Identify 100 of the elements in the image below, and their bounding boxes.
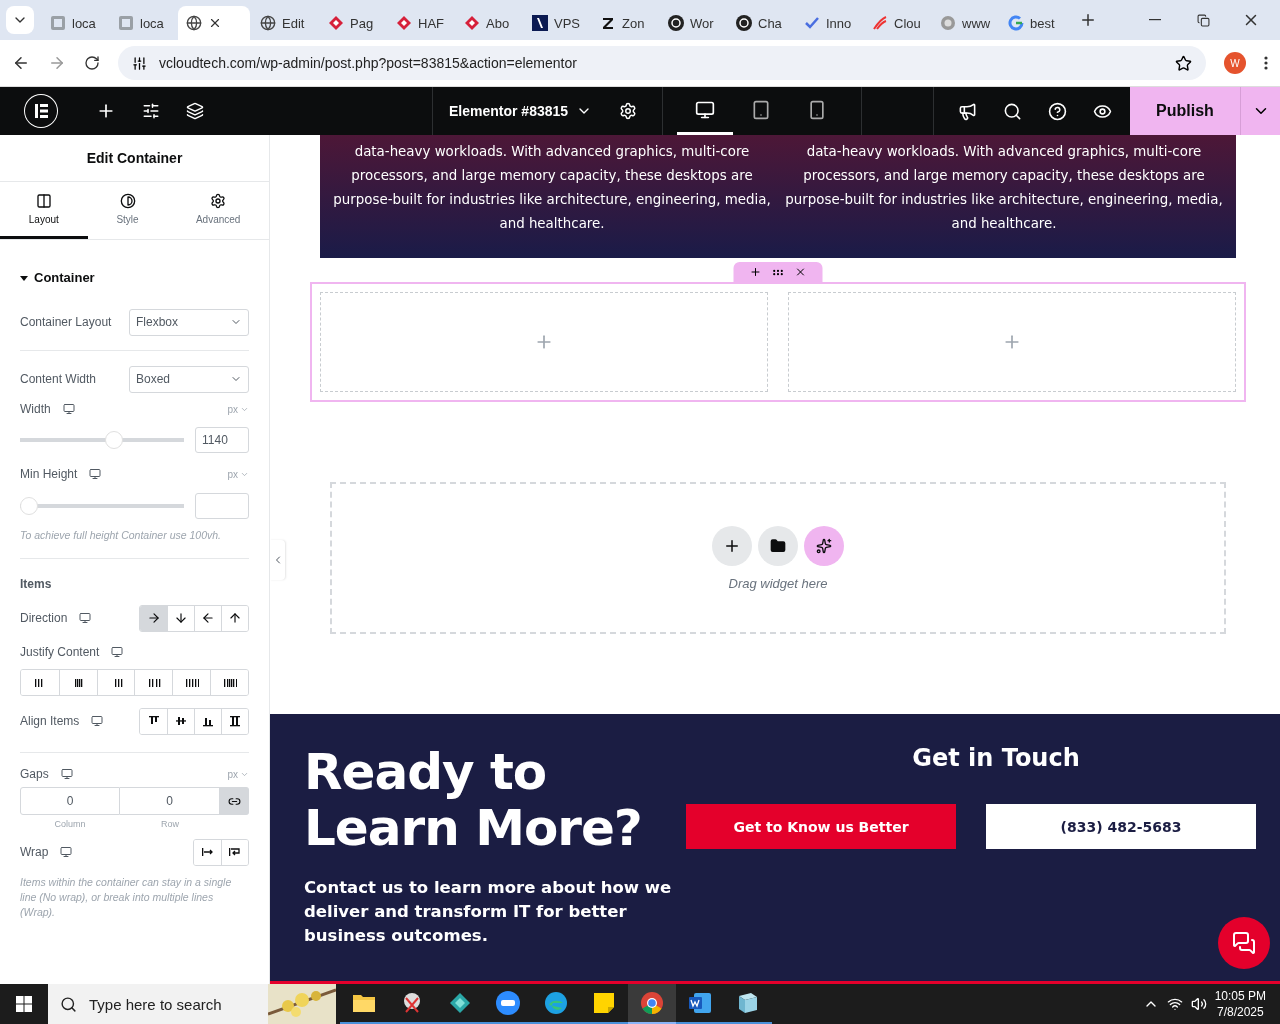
monitor-icon — [79, 612, 92, 624]
menu-icon — [1264, 56, 1268, 70]
favicon-icon — [736, 15, 752, 31]
profile-avatar[interactable]: W — [1224, 52, 1246, 74]
browser-tab[interactable]: Wor — [660, 6, 726, 40]
ai-button[interactable] — [804, 525, 844, 566]
network-icon[interactable] — [1166, 996, 1183, 1012]
field-label: Gaps — [20, 767, 49, 781]
favicon-icon — [532, 15, 548, 31]
align-icon — [228, 714, 242, 728]
field-label: Wrap — [20, 845, 49, 859]
banner-text: data-heavy workloads. With advanced graphics, multi-core processors, and large memory capacity, these desktops are purpose-built for industries like architecture, engineering, media, and healthcare. — [784, 143, 1224, 233]
browser-tab[interactable]: loca — [42, 6, 108, 40]
monitor-icon — [60, 846, 73, 858]
close-icon[interactable] — [208, 16, 222, 30]
tab-search-button[interactable] — [6, 6, 34, 34]
favicon-icon — [50, 15, 66, 31]
favicon-icon — [668, 15, 684, 31]
panel-tab[interactable]: Layout — [0, 182, 88, 239]
sparkles-icon — [816, 537, 832, 554]
option-button[interactable] — [221, 708, 248, 734]
arrow-icon — [48, 54, 66, 72]
hint-text: Items within the container can stay in a single line (No wrap), or break into multiple lines (Wrap). — [20, 875, 233, 920]
taskbar-search-field[interactable]: Type here to search — [48, 984, 336, 1024]
favicon-icon — [600, 15, 616, 31]
menu-button[interactable] — [1264, 56, 1268, 70]
panel-tab[interactable]: Style — [87, 182, 168, 239]
chat-button[interactable] — [1218, 917, 1270, 969]
browser-tab[interactable]: HAF — [388, 6, 454, 40]
settings-icon — [619, 102, 638, 120]
browser-tab[interactable]: VPS — [524, 6, 590, 40]
address-bar[interactable]: vcloudtech.com/wp-admin/post.php?post=83815&action=elementor — [118, 46, 1206, 80]
plus-icon — [1079, 11, 1097, 29]
add-icon[interactable] — [749, 266, 762, 278]
layers-button[interactable] — [186, 102, 204, 120]
favicon-icon — [940, 15, 956, 31]
reload-icon — [84, 55, 100, 71]
browser-tab[interactable]: www — [932, 6, 998, 40]
publish-button[interactable]: Publish — [1130, 87, 1240, 135]
footer-text: Contact us to learn more about how we deliver and transform IT for better business outcomes. — [304, 877, 673, 947]
field-label: Content Width — [20, 372, 97, 386]
wrap-icon — [200, 845, 215, 859]
group-title: Items — [20, 577, 53, 591]
field-label: Align Items — [20, 714, 80, 728]
browser-tab[interactable]: loca — [110, 6, 176, 40]
wrap-icon — [228, 845, 242, 859]
column-gap-field[interactable]: 0 — [20, 787, 120, 815]
forward-button[interactable] — [48, 54, 66, 72]
megaphone-button[interactable] — [958, 101, 977, 121]
contrast-icon — [119, 193, 136, 209]
site-settings-icon — [132, 55, 147, 71]
reload-button[interactable] — [84, 55, 100, 71]
clock[interactable]: 10:05 PM 7/8/2025 — [1214, 988, 1266, 1020]
gear-icon — [210, 193, 227, 209]
arrow-icon — [228, 611, 242, 625]
panel-tab[interactable]: Advanced — [167, 182, 269, 239]
browser-tab[interactable]: Clou — [864, 6, 930, 40]
favicon-icon — [464, 15, 480, 31]
cta-button[interactable]: (833) 482-5683 — [986, 804, 1256, 849]
align-icon — [174, 714, 188, 728]
back-button[interactable] — [12, 54, 30, 72]
search-button[interactable] — [1003, 101, 1022, 121]
app-icon — [640, 991, 664, 1015]
layers-icon — [186, 102, 204, 120]
app-icon — [448, 992, 472, 1014]
option-button[interactable] — [210, 670, 248, 695]
star-icon[interactable] — [1175, 54, 1192, 72]
browser-tab[interactable]: Zon — [592, 6, 658, 40]
section-toggle[interactable]: Container — [20, 270, 249, 285]
help-button[interactable] — [1048, 101, 1067, 121]
template-button[interactable] — [758, 525, 798, 566]
browser-tab[interactable] — [178, 6, 250, 40]
width-input[interactable]: 1140 — [195, 427, 249, 453]
elementor-logo[interactable] — [24, 94, 58, 128]
row-gap-field[interactable]: 0 — [120, 787, 220, 815]
document-title-button[interactable]: Elementor #83815 — [433, 87, 609, 135]
add-section-button[interactable] — [712, 525, 752, 566]
input-caption: Row — [160, 819, 180, 829]
link-button[interactable] — [220, 787, 249, 815]
globe-icon — [186, 15, 202, 31]
browser-tab[interactable]: Edit — [252, 6, 318, 40]
settings-sliders-button[interactable] — [142, 102, 160, 120]
volume-icon[interactable] — [1190, 996, 1207, 1012]
browser-tab[interactable]: Cha — [728, 6, 794, 40]
option-button[interactable] — [221, 839, 248, 865]
input-caption: Column — [53, 819, 87, 829]
browser-tab[interactable]: best — [1000, 6, 1066, 40]
field-label: Width — [20, 402, 51, 416]
cta-button[interactable]: Get to Know us Better — [686, 804, 956, 849]
taskbar-app[interactable] — [628, 984, 676, 1024]
panel-title: Edit Container — [0, 135, 269, 182]
layout-select[interactable]: Flexbox — [129, 308, 249, 336]
field-label: Container Layout — [20, 315, 112, 329]
chat-icon — [1232, 931, 1256, 955]
min-height-input[interactable] — [195, 493, 249, 519]
browser-tab[interactable]: Abo — [456, 6, 522, 40]
browser-tab[interactable]: Pag — [320, 6, 386, 40]
browser-tab[interactable]: Inno — [796, 6, 862, 40]
width-select[interactable]: Boxed — [129, 365, 249, 393]
app-icon — [544, 991, 568, 1015]
